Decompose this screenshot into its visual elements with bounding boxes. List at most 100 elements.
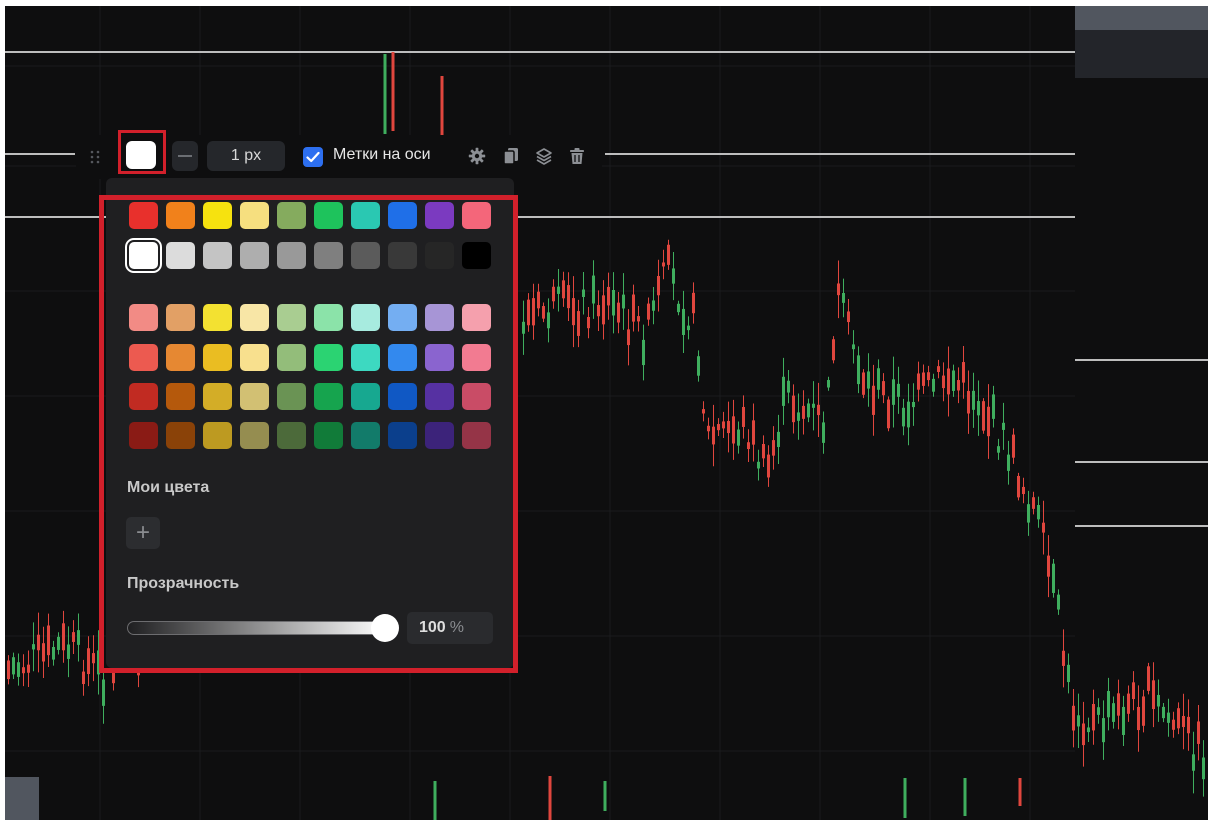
candle-body [912, 401, 915, 408]
color-swatch[interactable] [462, 242, 491, 269]
color-swatch[interactable] [277, 202, 306, 229]
color-swatch[interactable] [240, 422, 269, 449]
color-swatch[interactable] [388, 202, 417, 229]
candle-body [82, 671, 85, 685]
candle-body [1042, 522, 1045, 533]
color-swatch[interactable] [277, 304, 306, 331]
color-swatch[interactable] [388, 422, 417, 449]
opacity-slider-track[interactable] [127, 621, 387, 635]
opacity-input[interactable]: 100% [407, 612, 493, 644]
copy-icon[interactable] [501, 145, 521, 167]
color-swatch[interactable] [462, 304, 491, 331]
line-width-button[interactable]: 1 px [207, 141, 285, 171]
candle-body [837, 283, 840, 296]
candle-body [1087, 727, 1090, 733]
color-swatch[interactable] [125, 238, 162, 273]
color-swatch[interactable] [203, 202, 232, 229]
color-swatch[interactable] [166, 422, 195, 449]
color-swatch[interactable] [277, 422, 306, 449]
color-swatch[interactable] [351, 304, 380, 331]
candle-body [1182, 715, 1185, 728]
candle-body [1017, 475, 1020, 498]
candle-body [847, 311, 850, 323]
candle-body [542, 306, 545, 319]
color-swatch[interactable] [240, 242, 269, 269]
color-swatch[interactable] [351, 422, 380, 449]
candle-body [662, 262, 665, 267]
candle-body [1012, 434, 1015, 458]
color-swatch[interactable] [166, 242, 195, 269]
color-swatch[interactable] [388, 383, 417, 410]
candle-body [1142, 696, 1145, 726]
candle-body [767, 454, 770, 478]
color-swatch[interactable] [129, 422, 158, 449]
candle-body [1157, 694, 1160, 707]
color-swatch[interactable] [462, 344, 491, 371]
color-swatch[interactable] [351, 242, 380, 269]
color-swatch[interactable] [203, 383, 232, 410]
candle-body [927, 372, 930, 381]
color-swatch[interactable] [240, 344, 269, 371]
color-swatch[interactable] [314, 242, 343, 269]
color-swatch[interactable] [129, 304, 158, 331]
color-swatch[interactable] [203, 304, 232, 331]
color-swatch[interactable] [388, 304, 417, 331]
color-swatch[interactable] [425, 242, 454, 269]
trash-icon[interactable] [567, 145, 587, 167]
color-swatch[interactable] [166, 383, 195, 410]
candle-body [792, 395, 795, 423]
color-swatch[interactable] [351, 344, 380, 371]
color-swatch[interactable] [203, 422, 232, 449]
color-swatch[interactable] [240, 202, 269, 229]
palette-row [129, 344, 499, 371]
candle-body [1057, 594, 1060, 610]
color-swatch[interactable] [166, 304, 195, 331]
color-swatch[interactable] [129, 202, 158, 229]
color-swatch[interactable] [462, 202, 491, 229]
candle-body [932, 378, 935, 392]
color-swatch[interactable] [277, 383, 306, 410]
color-swatch[interactable] [425, 422, 454, 449]
candle-body [522, 321, 525, 334]
color-swatch[interactable] [277, 344, 306, 371]
candle-body [867, 371, 870, 389]
settings-gear-icon[interactable] [467, 145, 487, 167]
color-swatch[interactable] [314, 304, 343, 331]
line-color-button[interactable] [126, 141, 156, 169]
color-swatch[interactable] [388, 242, 417, 269]
candle-body [642, 339, 645, 366]
color-swatch[interactable] [351, 202, 380, 229]
candle-body [537, 291, 540, 309]
line-style-button[interactable] [172, 141, 198, 171]
axis-labels-label[interactable]: Метки на оси [333, 146, 431, 164]
drag-handle-icon[interactable] [84, 146, 106, 168]
color-swatch[interactable] [462, 422, 491, 449]
candle-body [887, 399, 890, 429]
color-swatch[interactable] [388, 344, 417, 371]
color-swatch[interactable] [425, 304, 454, 331]
color-swatch[interactable] [314, 422, 343, 449]
color-swatch[interactable] [462, 383, 491, 410]
color-swatch[interactable] [277, 242, 306, 269]
add-custom-color-button[interactable]: + [126, 517, 160, 549]
color-swatch[interactable] [240, 383, 269, 410]
color-swatch[interactable] [166, 344, 195, 371]
color-swatch[interactable] [314, 383, 343, 410]
color-swatch[interactable] [314, 202, 343, 229]
palette-row [129, 422, 499, 449]
color-swatch[interactable] [425, 202, 454, 229]
color-swatch[interactable] [425, 344, 454, 371]
color-swatch[interactable] [129, 383, 158, 410]
color-swatch[interactable] [314, 344, 343, 371]
color-swatch[interactable] [166, 202, 195, 229]
color-swatch[interactable] [203, 344, 232, 371]
color-swatch[interactable] [203, 242, 232, 269]
color-swatch[interactable] [351, 383, 380, 410]
opacity-slider-thumb[interactable] [371, 614, 399, 642]
color-swatch[interactable] [240, 304, 269, 331]
color-swatch[interactable] [129, 344, 158, 371]
candle-body [747, 442, 750, 450]
layers-icon[interactable] [534, 145, 554, 167]
axis-labels-checkbox[interactable] [303, 147, 323, 167]
color-swatch[interactable] [425, 383, 454, 410]
